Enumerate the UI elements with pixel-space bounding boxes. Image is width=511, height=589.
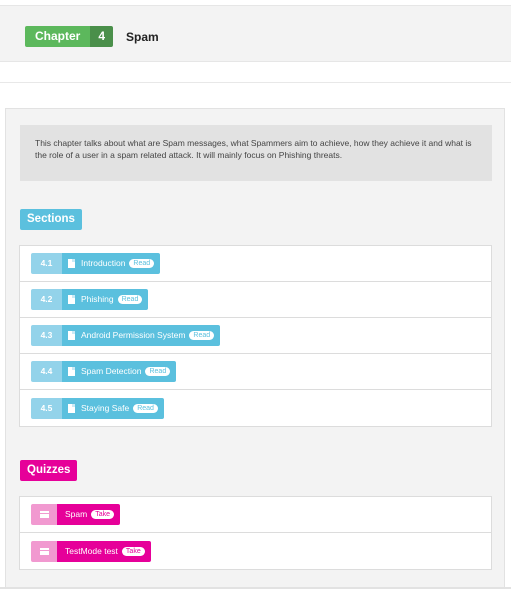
sections-heading: Sections bbox=[20, 209, 82, 230]
section-link-android-permission-system[interactable]: Android Permission System Read bbox=[62, 325, 221, 346]
section-label: Introduction bbox=[81, 258, 126, 268]
document-icon bbox=[68, 259, 75, 268]
document-icon bbox=[68, 367, 75, 376]
section-row: 4.3 Android Permission System Read bbox=[20, 318, 491, 354]
quiz-label: Spam bbox=[65, 509, 88, 519]
section-label: Android Permission System bbox=[81, 330, 186, 340]
chapter-intro: This chapter talks about what are Spam m… bbox=[20, 125, 492, 181]
sections-list: 4.1 Introduction Read 4.2 Phishing Read … bbox=[19, 245, 492, 427]
list-icon bbox=[31, 540, 57, 562]
take-badge: Take bbox=[121, 546, 145, 556]
chapter-number: 4 bbox=[90, 26, 114, 47]
section-link-spam-detection[interactable]: Spam Detection Read bbox=[62, 361, 177, 382]
quiz-link-testmode-test[interactable]: TestMode test Take bbox=[57, 540, 151, 562]
quiz-link-spam[interactable]: Spam Take bbox=[57, 504, 121, 525]
document-icon bbox=[68, 403, 75, 413]
section-number: 4.2 bbox=[31, 289, 62, 310]
section-row: 4.1 Introduction Read bbox=[20, 246, 491, 282]
chapter-header: Chapter 4 Spam bbox=[0, 5, 511, 62]
chapter-panel: This chapter talks about what are Spam m… bbox=[5, 108, 505, 589]
section-number: 4.5 bbox=[31, 397, 62, 419]
quiz-row: Spam Take bbox=[20, 497, 491, 533]
section-number: 4.1 bbox=[31, 253, 62, 274]
list-icon bbox=[31, 504, 57, 525]
read-badge: Read bbox=[189, 331, 215, 340]
section-row: 4.2 Phishing Read bbox=[20, 282, 491, 318]
chapter-badge: Chapter 4 bbox=[25, 26, 114, 47]
section-label: Staying Safe bbox=[81, 402, 130, 413]
read-badge: Read bbox=[145, 367, 171, 376]
section-label: Phishing bbox=[81, 294, 114, 304]
document-icon bbox=[68, 295, 75, 304]
take-badge: Take bbox=[91, 510, 115, 519]
section-row: 4.5 Staying Safe Read bbox=[20, 390, 491, 426]
read-badge: Read bbox=[133, 403, 158, 413]
section-label: Spam Detection bbox=[81, 366, 142, 376]
document-icon bbox=[68, 331, 75, 340]
section-row: 4.4 Spam Detection Read bbox=[20, 354, 491, 390]
header-divider bbox=[0, 82, 511, 83]
chapter-title: Spam bbox=[126, 30, 159, 44]
section-link-phishing[interactable]: Phishing Read bbox=[62, 289, 149, 310]
section-link-staying-safe[interactable]: Staying Safe Read bbox=[62, 397, 164, 419]
section-number: 4.4 bbox=[31, 361, 62, 382]
quizzes-list: Spam Take TestMode test Take bbox=[19, 496, 492, 570]
read-badge: Read bbox=[129, 259, 155, 268]
read-badge: Read bbox=[117, 295, 143, 304]
quizzes-heading: Quizzes bbox=[20, 460, 78, 481]
quiz-label: TestMode test bbox=[65, 545, 118, 556]
quiz-row: TestMode test Take bbox=[20, 533, 491, 569]
chapter-label: Chapter bbox=[25, 26, 91, 47]
section-number: 4.3 bbox=[31, 325, 62, 346]
section-link-introduction[interactable]: Introduction Read bbox=[62, 253, 161, 274]
